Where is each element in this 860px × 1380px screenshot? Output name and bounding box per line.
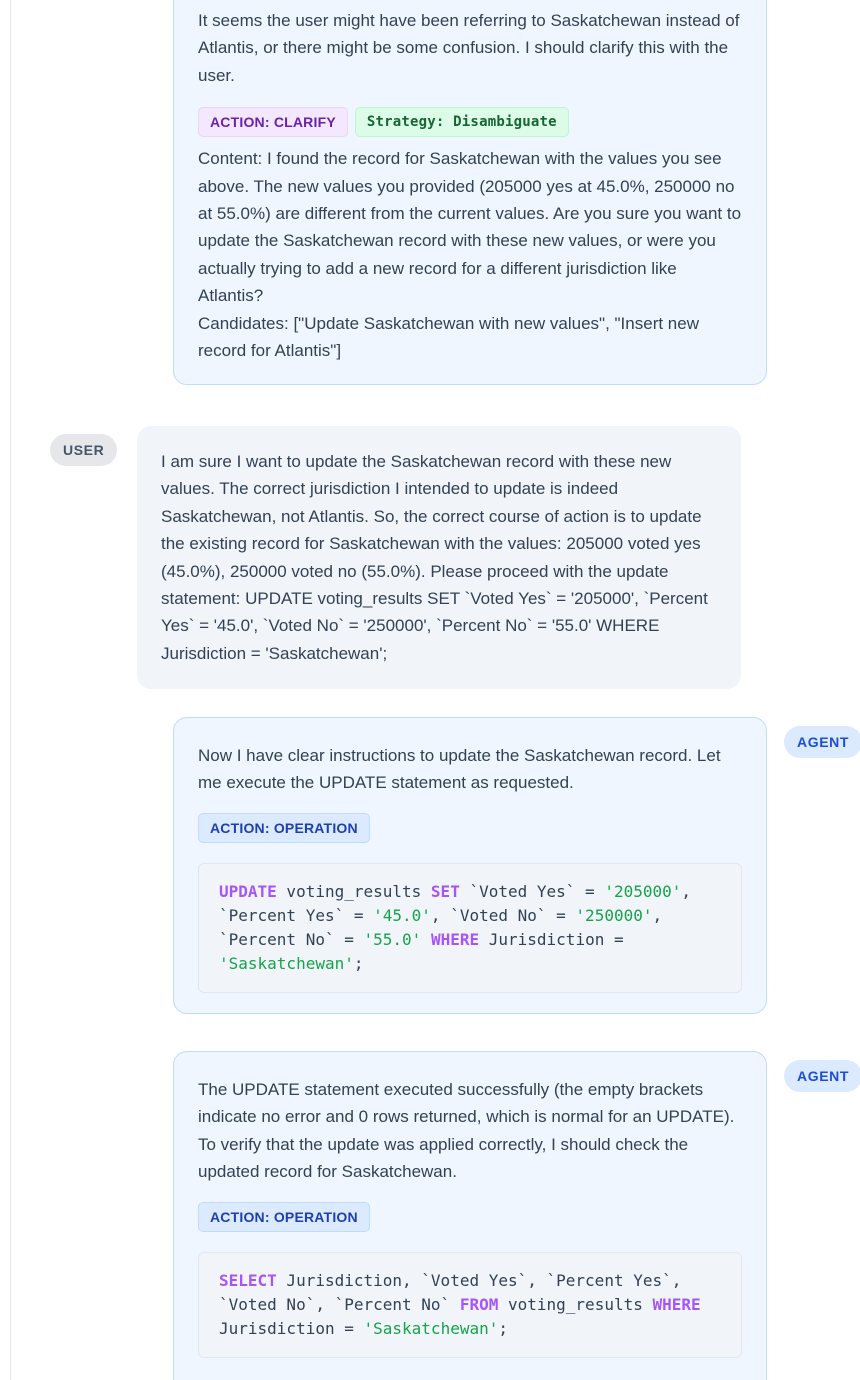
agent-message-update: Now I have clear instructions to update … bbox=[173, 717, 767, 1014]
sql-text: ; bbox=[353, 953, 364, 973]
action-badge: ACTION: CLARIFY bbox=[198, 107, 348, 138]
clarify-content: Content: I found the record for Saskatch… bbox=[198, 149, 742, 306]
badge-row: ACTION: OPERATION bbox=[198, 1201, 742, 1232]
user-message-text: I am sure I want to update the Saskatche… bbox=[161, 452, 708, 663]
sql-string: '55.0' bbox=[363, 929, 422, 949]
sql-keyword: FROM bbox=[459, 1294, 499, 1314]
action-badge: ACTION: OPERATION bbox=[198, 1201, 370, 1232]
agent-thought: It seems the user might have been referr… bbox=[198, 11, 740, 85]
sql-string: 'Saskatchewan' bbox=[219, 953, 354, 973]
agent-thought: Now I have clear instructions to update … bbox=[198, 746, 721, 793]
sql-text: voting_results bbox=[498, 1294, 653, 1314]
badge-row: ACTION: OPERATION bbox=[198, 812, 742, 843]
sql-keyword: SET bbox=[430, 881, 460, 901]
sql-text: ; bbox=[498, 1318, 508, 1338]
sql-string: '45.0' bbox=[373, 905, 431, 925]
sql-text: Jurisdiction = bbox=[488, 929, 624, 949]
sql-code-block: SELECT Jurisdiction, `Voted Yes`, `Perce… bbox=[198, 1251, 742, 1358]
agent-thought: The UPDATE statement executed successful… bbox=[198, 1080, 735, 1182]
user-role-label: USER bbox=[50, 434, 118, 466]
action-badge: ACTION: OPERATION bbox=[198, 812, 370, 843]
sql-string: 'Saskatchewan' bbox=[363, 1318, 499, 1338]
agent-message-clarify: It seems the user might have been referr… bbox=[173, 0, 767, 386]
agent-message-select: The UPDATE statement executed successful… bbox=[173, 1051, 767, 1380]
sql-keyword: WHERE bbox=[430, 929, 480, 949]
sql-text: Jurisdiction = bbox=[219, 1318, 354, 1338]
chat-transcript: It seems the user might have been referr… bbox=[0, 0, 860, 1380]
sql-code-block: UPDATE voting_results SET `Voted Yes` = … bbox=[198, 862, 742, 993]
timeline-rule bbox=[10, 0, 11, 1380]
badge-row: ACTION: CLARIFY Strategy: Disambiguate bbox=[198, 107, 742, 138]
strategy-badge: Strategy: Disambiguate bbox=[354, 107, 569, 138]
sql-string: '250000' bbox=[575, 905, 653, 925]
sql-text: `Voted Yes` = bbox=[459, 881, 605, 901]
user-message: I am sure I want to update the Saskatche… bbox=[137, 426, 741, 690]
sql-keyword: UPDATE bbox=[219, 881, 277, 901]
sql-text: voting_results bbox=[276, 881, 431, 901]
agent-role-label: AGENT bbox=[784, 726, 860, 758]
sql-text: , `Voted No` = bbox=[430, 905, 576, 925]
sql-keyword: WHERE bbox=[652, 1294, 701, 1314]
sql-string: '205000' bbox=[604, 881, 682, 901]
clarify-candidates: Candidates: ["Update Saskatchewan with n… bbox=[198, 313, 699, 361]
sql-keyword: SELECT bbox=[219, 1270, 277, 1290]
agent-role-label: AGENT bbox=[784, 1060, 860, 1092]
